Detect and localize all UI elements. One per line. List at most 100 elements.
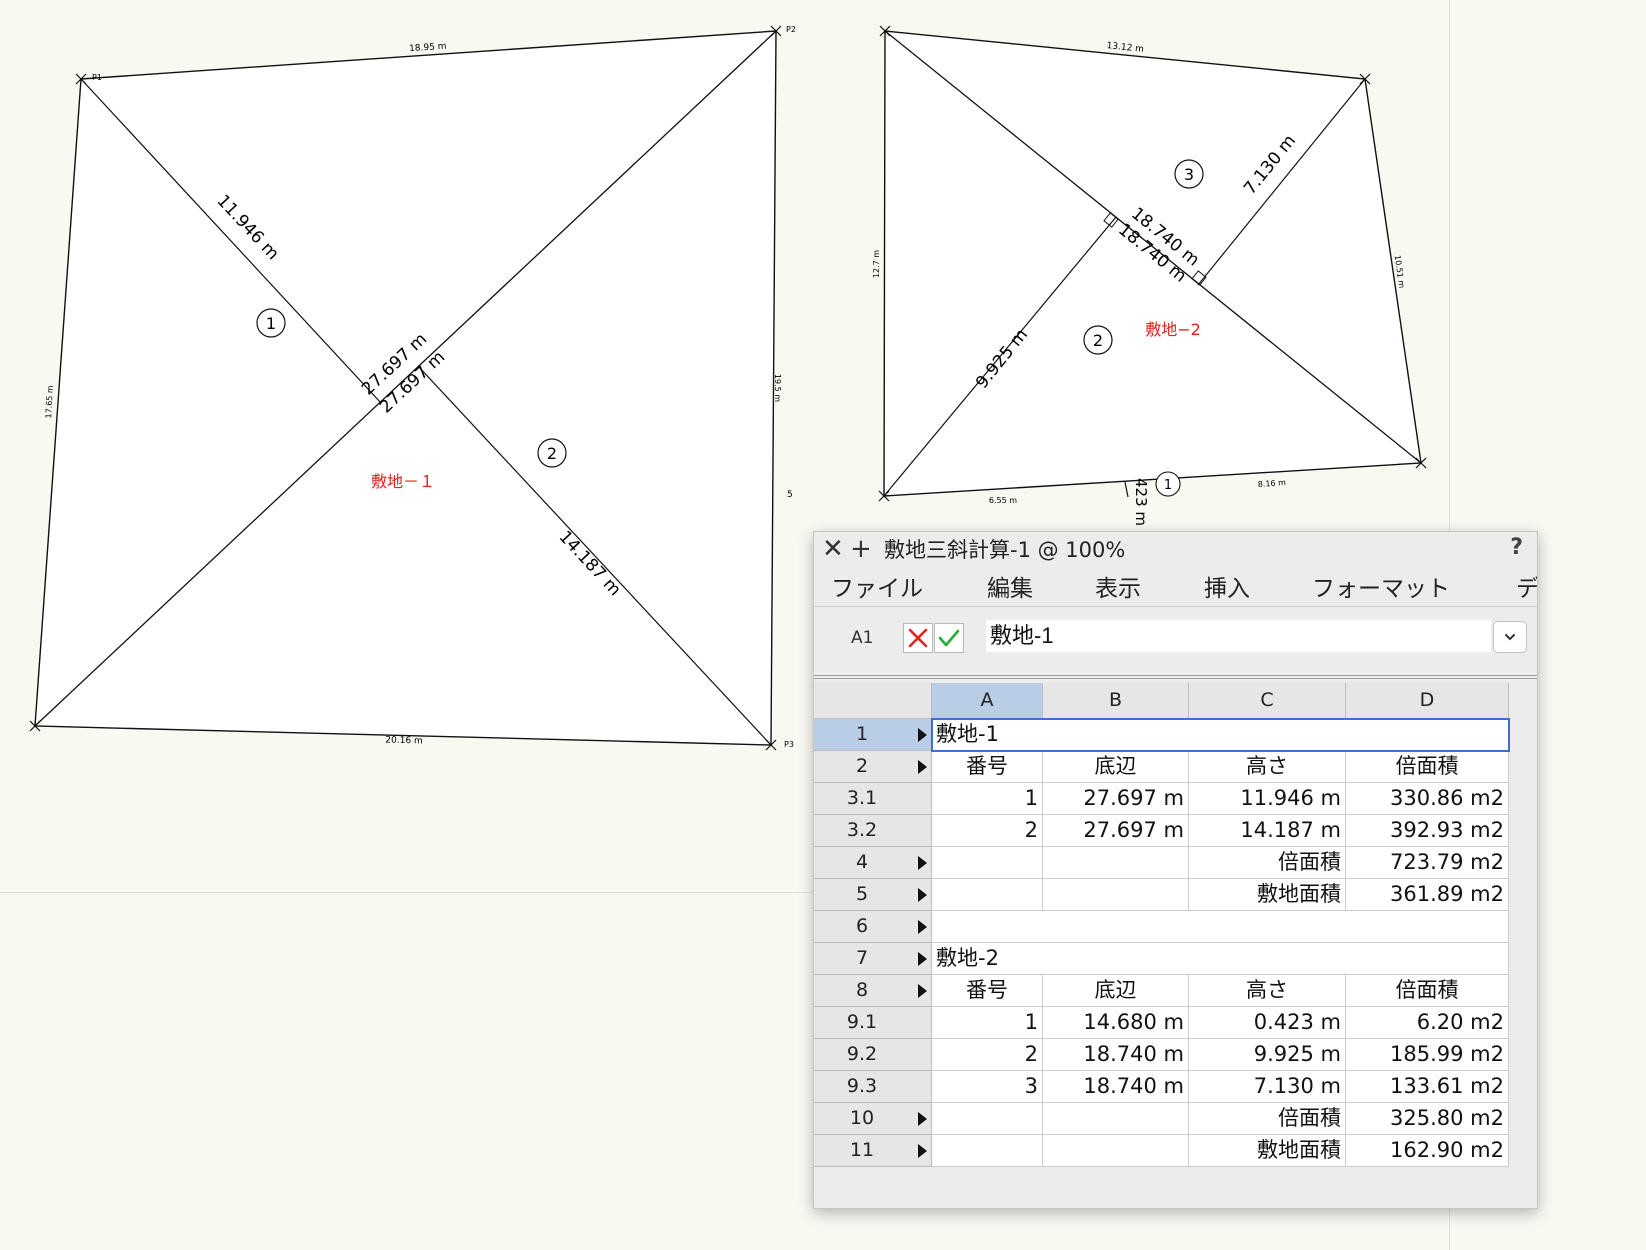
row-expand-triangle-icon[interactable]: [918, 888, 927, 902]
row-header[interactable]: 8: [814, 975, 932, 1007]
table-cell[interactable]: 9.925 m: [1189, 1039, 1346, 1071]
table-cell[interactable]: 185.99 m2: [1346, 1039, 1509, 1071]
table-cell[interactable]: 高さ: [1189, 975, 1346, 1007]
table-cell[interactable]: 723.79 m2: [1346, 847, 1509, 879]
table-cell[interactable]: 高さ: [1189, 751, 1346, 783]
row-header[interactable]: 9.1: [814, 1007, 932, 1039]
table-cell[interactable]: 番号: [932, 751, 1043, 783]
table-cell[interactable]: 2: [932, 1039, 1043, 1071]
table-cell[interactable]: 27.697 m: [1043, 815, 1189, 847]
table-cell[interactable]: 底辺: [1043, 751, 1189, 783]
table-cell[interactable]: [1043, 847, 1189, 879]
table-cell[interactable]: [1043, 1135, 1189, 1167]
table-cell[interactable]: 14.680 m: [1043, 1007, 1189, 1039]
table-cell[interactable]: [1043, 1103, 1189, 1135]
table-cell[interactable]: 27.697 m: [1043, 783, 1189, 815]
table-cell[interactable]: 3: [932, 1071, 1043, 1103]
row-header[interactable]: 3.1: [814, 783, 932, 815]
row-header[interactable]: 3.2: [814, 815, 932, 847]
help-button[interactable]: ?: [1510, 535, 1523, 560]
table-cell[interactable]: [932, 1103, 1043, 1135]
row-header[interactable]: 6: [814, 911, 932, 943]
triangle-marker-number: 1: [1164, 478, 1172, 493]
row-header[interactable]: 10: [814, 1103, 932, 1135]
row-expand-triangle-icon[interactable]: [918, 1144, 927, 1158]
column-header-b[interactable]: B: [1043, 683, 1189, 719]
table-cell[interactable]: 7.130 m: [1189, 1071, 1346, 1103]
site1-edge-label-left: 17.65 m: [44, 385, 55, 419]
row-header[interactable]: 11: [814, 1135, 932, 1167]
site2-edge-label-left: 12.7 m: [872, 250, 881, 278]
table-cell[interactable]: 0.423 m: [1189, 1007, 1346, 1039]
formula-dropdown-button[interactable]: [1493, 621, 1527, 653]
table-cell[interactable]: 倍面積: [1346, 975, 1509, 1007]
table-cell[interactable]: 18.740 m: [1043, 1039, 1189, 1071]
column-header-d[interactable]: D: [1346, 683, 1509, 719]
table-cell[interactable]: 2: [932, 815, 1043, 847]
table-cell[interactable]: [932, 847, 1043, 879]
table-cell[interactable]: 330.86 m2: [1346, 783, 1509, 815]
table-cell[interactable]: 6.20 m2: [1346, 1007, 1509, 1039]
add-icon[interactable]: +: [850, 534, 872, 564]
row-expand-triangle-icon[interactable]: [918, 952, 927, 966]
table-cell[interactable]: 14.187 m: [1189, 815, 1346, 847]
row-header[interactable]: 9.3: [814, 1071, 932, 1103]
row-expand-triangle-icon[interactable]: [918, 1112, 927, 1126]
table-cell[interactable]: 1: [932, 1007, 1043, 1039]
row-expand-triangle-icon[interactable]: [918, 760, 927, 774]
menu-file[interactable]: ファイル: [831, 572, 923, 606]
site1-point-label-3: P3: [784, 740, 794, 749]
table-cell[interactable]: 1: [932, 783, 1043, 815]
close-icon[interactable]: ✕: [822, 534, 844, 564]
table-cell[interactable]: [932, 1135, 1043, 1167]
menu-edit[interactable]: 編集: [987, 572, 1033, 606]
menu-data[interactable]: デ: [1516, 572, 1537, 606]
merged-cell[interactable]: 敷地-1: [932, 719, 1509, 751]
row-header[interactable]: 9.2: [814, 1039, 932, 1071]
menu-view[interactable]: 表示: [1095, 572, 1141, 606]
table-cell[interactable]: 361.89 m2: [1346, 879, 1509, 911]
accept-edit-button[interactable]: [934, 623, 964, 653]
row-expand-triangle-icon[interactable]: [918, 984, 927, 998]
column-header-c[interactable]: C: [1189, 683, 1346, 719]
menu-format[interactable]: フォーマット: [1312, 572, 1450, 606]
formula-input[interactable]: [986, 620, 1491, 652]
merged-cell[interactable]: 敷地-2: [932, 943, 1509, 975]
table-cell[interactable]: 133.61 m2: [1346, 1071, 1509, 1103]
row-number: 10: [849, 1107, 875, 1129]
column-header-a[interactable]: A: [932, 683, 1043, 719]
table-cell[interactable]: 倍面積: [1346, 751, 1509, 783]
row-header[interactable]: 2: [814, 751, 932, 783]
row-header[interactable]: 5: [814, 879, 932, 911]
table-cell[interactable]: 底辺: [1043, 975, 1189, 1007]
table-cell[interactable]: 392.93 m2: [1346, 815, 1509, 847]
table-cell[interactable]: 倍面積: [1189, 1103, 1346, 1135]
table-cell[interactable]: 18.740 m: [1043, 1071, 1189, 1103]
row-header[interactable]: 4: [814, 847, 932, 879]
checkmark-icon: [938, 629, 960, 647]
table-cell[interactable]: [1043, 879, 1189, 911]
worksheet-titlebar[interactable]: ✕ + 敷地三斜計算-1 @ 100% ?: [814, 532, 1537, 568]
row-expand-triangle-icon[interactable]: [918, 856, 927, 870]
select-all-corner[interactable]: [814, 683, 932, 719]
menu-insert[interactable]: 挿入: [1204, 572, 1250, 606]
toolbar-separator: [814, 675, 1537, 679]
cancel-edit-button[interactable]: [903, 623, 933, 653]
site1-drawing[interactable]: P1 P2 P3 18.95 m 19.5 m 20.16 m 17.65 m …: [29, 25, 796, 751]
row-header[interactable]: 1: [814, 719, 932, 751]
table-cell[interactable]: 敷地面積: [1189, 1135, 1346, 1167]
site2-drawing[interactable]: 13.12 m 10.51 m 8.16 m 6.55 m 12.7 m 18.…: [872, 25, 1427, 526]
table-cell[interactable]: 番号: [932, 975, 1043, 1007]
table-cell[interactable]: 敷地面積: [1189, 879, 1346, 911]
table-cell[interactable]: 11.946 m: [1189, 783, 1346, 815]
table-cell[interactable]: 倍面積: [1189, 847, 1346, 879]
site1-name-label: 敷地－１: [371, 472, 435, 491]
row-expand-triangle-icon[interactable]: [918, 920, 927, 934]
worksheet-window[interactable]: ✕ + 敷地三斜計算-1 @ 100% ? ファイル 編集 表示 挿入 フォーマ…: [813, 531, 1538, 1209]
table-cell[interactable]: [932, 879, 1043, 911]
table-cell[interactable]: 162.90 m2: [1346, 1135, 1509, 1167]
table-cell[interactable]: 325.80 m2: [1346, 1103, 1509, 1135]
merged-cell[interactable]: [932, 911, 1509, 943]
row-header[interactable]: 7: [814, 943, 932, 975]
row-expand-triangle-icon[interactable]: [918, 728, 927, 742]
